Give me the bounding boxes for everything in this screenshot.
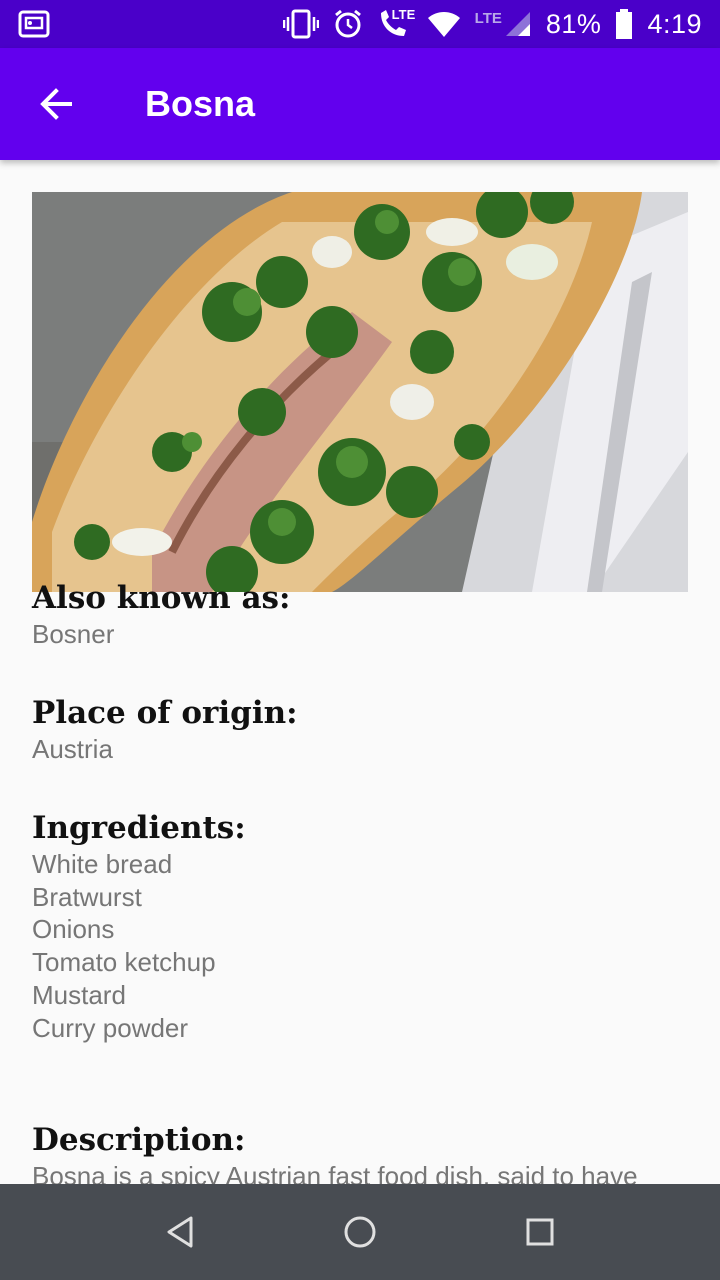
ingredient-item: Bratwurst [32,881,142,912]
nav-back-button[interactable] [132,1184,228,1280]
arrow-back-icon [38,86,74,122]
volte-call-icon: LTE [377,7,416,39]
status-left [18,10,50,38]
section-value: Bosner [32,619,115,649]
clock: 4:19 [647,8,702,39]
square-recents-icon [525,1217,555,1247]
description-text: Bosna is a spicy Austrian fast food dish… [32,1161,638,1184]
status-bar: LTE LTE 81% 4:19 [0,0,720,48]
page-title: Bosna [145,83,256,124]
triangle-back-icon [165,1215,195,1249]
description-section: Description: Bosna is a spicy Austrian f… [32,1120,692,1184]
section-heading: Description: [32,1122,246,1158]
ingredients-section: Ingredients: White bread Bratwurst Onion… [32,808,692,1044]
back-button[interactable] [0,48,112,160]
lte-signal-label: LTE [474,10,502,27]
ingredient-item: Curry powder [32,1012,189,1043]
section-heading: Place of origin: [32,695,298,731]
ingredient-item: Tomato ketchup [32,947,216,978]
status-right: LTE LTE 81% 4:19 [282,7,702,40]
system-nav-bar [0,1184,720,1280]
dish-detail-content[interactable]: Also known as: Bosner Place of origin: A… [0,160,720,1184]
nav-home-button[interactable] [312,1184,408,1280]
section-value: Austria [32,734,113,764]
section-heading: Ingredients: [32,810,246,846]
ingredient-item: Mustard [32,979,126,1010]
also-known-as-section: Also known as: Bosner [32,578,692,651]
dish-photo [32,192,688,592]
vibrate-icon [282,9,319,39]
battery-percent: 81% [545,8,602,39]
wifi-icon [427,10,461,38]
alarm-icon [333,9,363,39]
signal-icon: LTE [475,10,532,38]
section-heading: Also known as: [32,580,291,616]
ingredient-item: White bread [32,849,173,879]
screen-cast-icon [18,10,50,38]
battery-icon [615,9,633,39]
app-bar: Bosna [0,48,720,160]
ingredient-item: Onions [32,914,115,945]
place-of-origin-section: Place of origin: Austria [32,693,692,766]
circle-home-icon [343,1215,377,1249]
lte-call-label: LTE [391,7,416,22]
nav-recents-button[interactable] [492,1184,588,1280]
